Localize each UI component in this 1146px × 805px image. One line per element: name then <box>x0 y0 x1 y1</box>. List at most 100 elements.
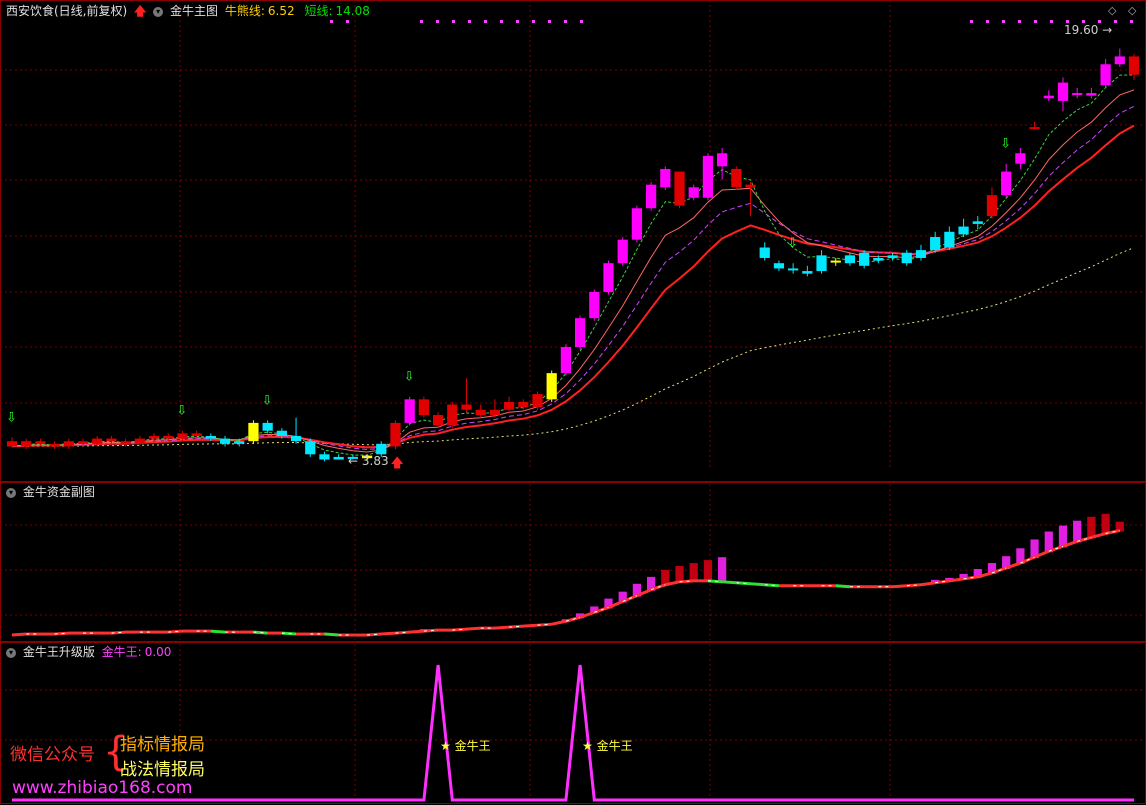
fund-bar <box>703 560 713 582</box>
marker-dot <box>516 20 519 23</box>
marker-dot <box>330 20 333 23</box>
marker-dot <box>436 20 439 23</box>
candle-body <box>134 438 145 444</box>
settings-icon[interactable]: ▾ <box>153 6 164 17</box>
candle-body <box>489 409 500 416</box>
king-label: 金牛王: <box>101 645 142 659</box>
marker-dot <box>452 20 455 23</box>
sub2-title[interactable]: 金牛王升级版 <box>23 645 95 659</box>
candle-body <box>631 208 643 240</box>
candle-body <box>901 252 912 264</box>
candle-body <box>1086 93 1097 96</box>
candle-body <box>717 153 728 167</box>
bull-value: 6.52 <box>267 4 295 18</box>
marker-dot <box>548 20 551 23</box>
marker-dot <box>1034 20 1037 23</box>
watermark-line1: 指标情报局 <box>120 735 205 755</box>
stock-title: 西安饮食(日线,前复权) <box>6 4 128 18</box>
bull-label: 牛熊线: <box>224 4 265 18</box>
fund-bar <box>718 557 727 583</box>
sub1-title[interactable]: 金牛资金副图 <box>23 485 95 499</box>
candle-body <box>432 415 444 426</box>
candle-body <box>617 239 628 264</box>
settings-icon[interactable]: ▾ <box>6 647 16 658</box>
candle-body <box>77 441 89 444</box>
candle-body <box>1100 64 1111 86</box>
candle-body <box>532 394 543 408</box>
candle-body <box>305 441 316 455</box>
fund-line-segment <box>892 584 907 589</box>
candle-body <box>887 255 898 258</box>
price-high-label: 19.60 → <box>1064 23 1112 37</box>
diamond-icon: ◇ <box>1108 4 1117 17</box>
candle-body <box>49 443 60 447</box>
candle-body <box>475 409 486 416</box>
candle-body <box>788 268 799 271</box>
down-arrow-icon: ⇩ <box>1000 137 1011 152</box>
candle-body <box>1015 153 1026 164</box>
main-indicator-name[interactable]: 金牛主图 <box>170 4 218 18</box>
candle-body <box>21 441 32 447</box>
candle-body <box>930 237 941 251</box>
fund-bar <box>689 563 698 582</box>
fund-line-segment <box>409 629 424 634</box>
short-value: 14.08 <box>335 4 370 18</box>
marker-dot <box>1018 20 1021 23</box>
candle-body <box>702 155 714 198</box>
settings-icon[interactable]: ▾ <box>6 487 16 498</box>
candle-body <box>518 401 529 408</box>
marker-dot <box>484 20 487 23</box>
fund-line-segment <box>523 623 538 628</box>
fund-line-segment <box>494 625 510 630</box>
fund-line-segment <box>750 582 765 587</box>
candle-body <box>319 454 330 460</box>
candle-body <box>1029 127 1040 130</box>
king-signal-label: ★ 金牛王 <box>440 738 491 753</box>
candle-body <box>560 346 572 374</box>
stock-chart: ⇩ ⇩ ⇩ ⇩ ⇩ ⇩ 🡅 19.60 → ← 3.83 ◇ ◇ ★ 金牛王 ★ 金牛王 <box>0 0 1146 804</box>
fund-panel-border <box>0 482 1146 642</box>
candle-body <box>944 231 955 248</box>
candle-body <box>92 438 103 444</box>
candle-body <box>461 404 472 410</box>
fund-line-segment <box>324 632 339 637</box>
marker-dot <box>564 20 567 23</box>
candle-body <box>191 433 202 436</box>
candle-body <box>844 255 856 264</box>
candle-body <box>915 250 927 258</box>
candle-body <box>688 187 699 198</box>
candle-body <box>404 399 415 423</box>
marker-dot <box>1002 20 1005 23</box>
up-arrow-icon: 🡅 <box>390 456 403 471</box>
candle-body <box>234 441 245 444</box>
short-label: 短线: <box>304 4 333 18</box>
candle-body <box>830 260 841 263</box>
marker-dot <box>970 20 973 23</box>
marker-dot <box>468 20 471 23</box>
candle-body <box>1043 95 1054 99</box>
candle-body <box>958 226 969 235</box>
king-signal-label: ★ 金牛王 <box>582 738 633 753</box>
fund-line-segment <box>722 580 737 585</box>
candle-body <box>1001 171 1012 196</box>
king-value: 0.00 <box>144 645 172 659</box>
price-low-label: ← 3.83 <box>348 454 389 468</box>
marker-dot <box>1114 20 1117 23</box>
candle-body <box>219 438 231 444</box>
candle-body <box>1114 56 1125 65</box>
candle-body <box>674 171 685 206</box>
candle-body <box>859 252 870 266</box>
candle-body <box>802 271 813 274</box>
candle-body <box>546 373 557 400</box>
candle-body <box>205 435 216 439</box>
mid-ma-line <box>11 105 1135 451</box>
marker-dot <box>580 20 583 23</box>
down-arrow-icon: ⇩ <box>787 236 798 251</box>
candle-body <box>35 441 46 444</box>
fund-line-segment <box>466 626 481 631</box>
watermark-url[interactable]: www.zhibiao168.com <box>12 778 192 798</box>
watermark-line2: 战法情报局 <box>120 760 205 780</box>
candle-body <box>106 438 117 442</box>
candle-body <box>503 401 515 410</box>
candle-body <box>376 443 387 455</box>
